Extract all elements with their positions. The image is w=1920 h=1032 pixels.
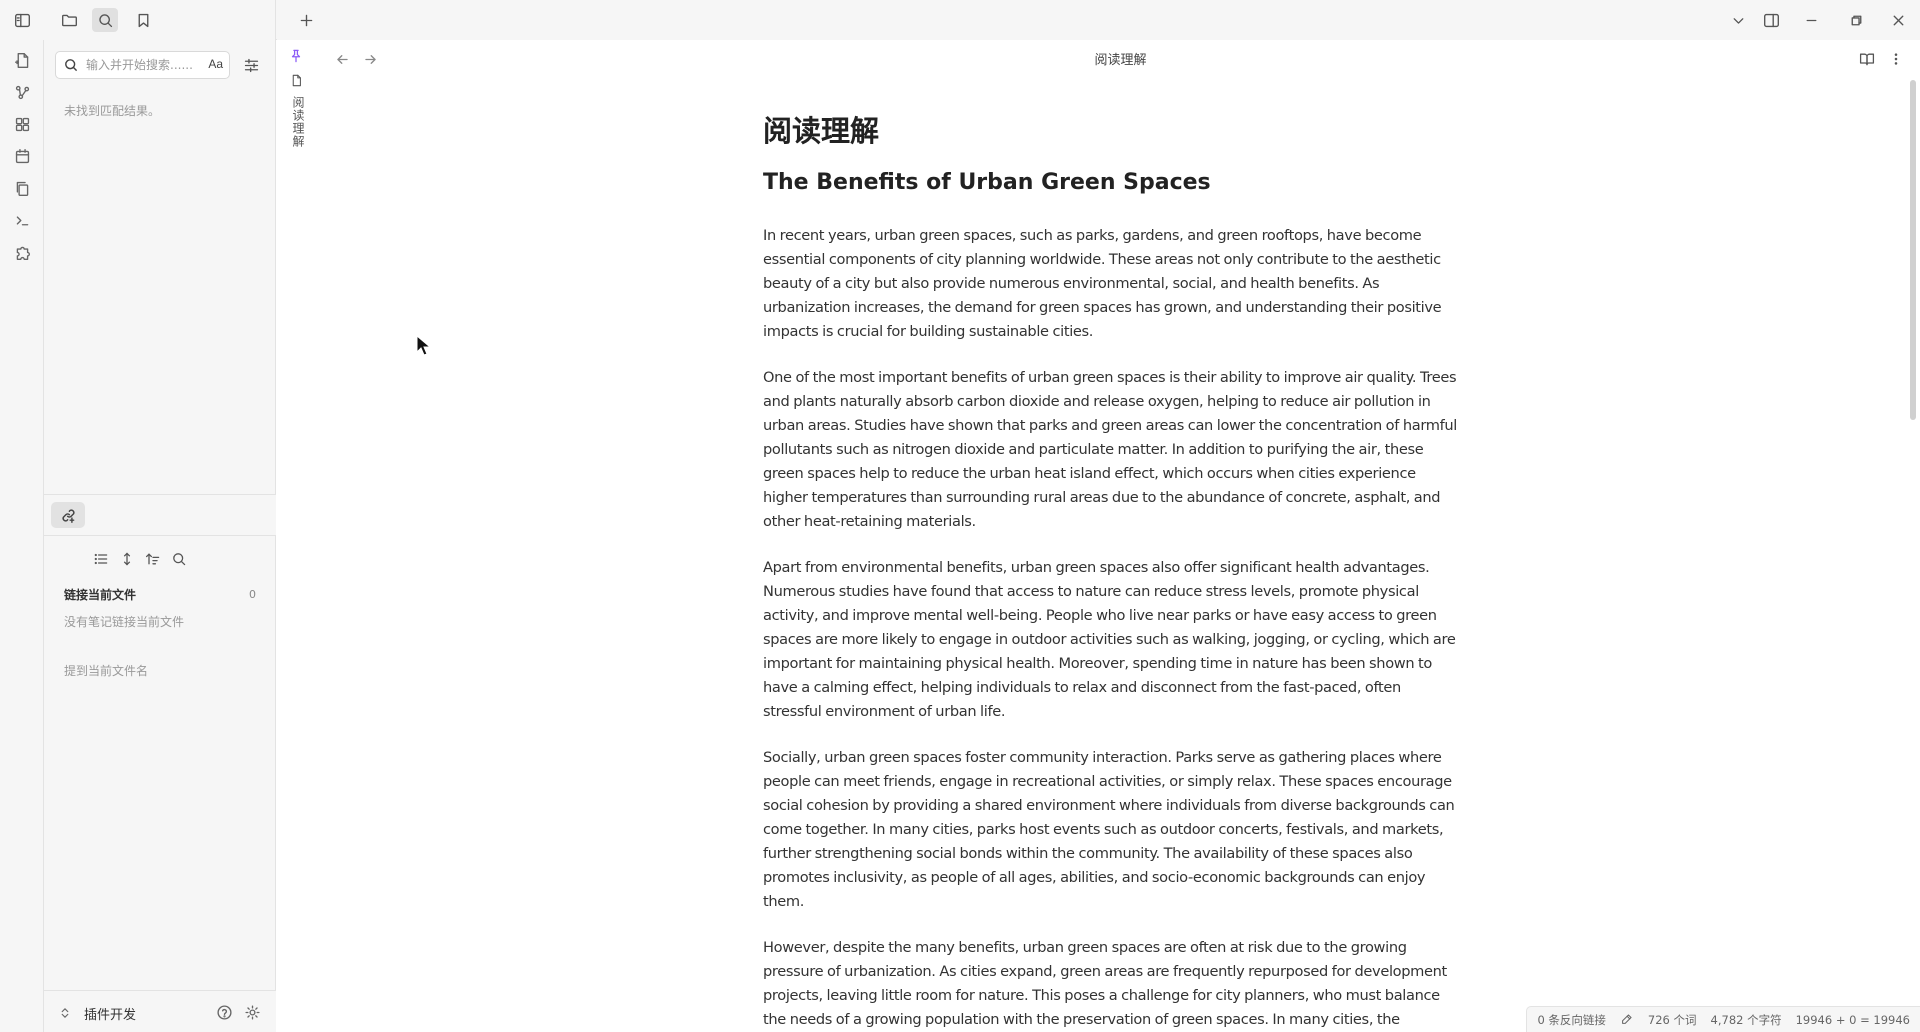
scrollbar[interactable] [1910, 80, 1916, 420]
sidebar-tab-header [0, 0, 276, 40]
minimize-icon[interactable] [1798, 8, 1824, 32]
backlinks-search-icon[interactable] [169, 549, 189, 569]
search-field[interactable]: Aa [55, 51, 230, 79]
view-title[interactable]: 阅读理解 [317, 49, 1920, 68]
backlinks-tab-icon[interactable] [51, 502, 85, 528]
toggle-sidebar-icon[interactable] [9, 8, 35, 32]
status-bar: 0 条反向链接 726 个词 4,782 个字符 19946 + 0 = 199… [1526, 1006, 1920, 1032]
vault-switcher-bar: 插件开发 [44, 990, 276, 1032]
bookmarks-tab-icon[interactable] [130, 8, 156, 32]
linked-mentions-count: 0 [249, 588, 256, 601]
word-count: 726 个词 [1647, 1012, 1697, 1027]
graph-view-icon[interactable] [10, 80, 34, 104]
linked-mentions-title[interactable]: 链接当前文件 [64, 586, 136, 603]
paragraph: In recent years, urban green spaces, suc… [763, 227, 1442, 340]
pin-icon[interactable] [289, 48, 305, 64]
match-case-toggle[interactable]: Aa [208, 57, 223, 71]
view-header: 阅读理解 [317, 40, 1920, 78]
no-results-message: 未找到匹配结果。 [64, 104, 161, 118]
templates-copy-icon[interactable] [10, 176, 34, 200]
sort-order-icon[interactable] [143, 549, 163, 569]
files-tab-icon[interactable] [56, 8, 82, 32]
search-input[interactable] [86, 56, 196, 74]
unlinked-mentions-title[interactable]: 提到当前文件名 [64, 662, 148, 679]
search-settings-icon[interactable] [240, 54, 262, 76]
note-content[interactable]: 阅读理解 The Benefits of Urban Green Spaces … [763, 80, 1461, 1032]
tab-list-chevron-icon[interactable] [1725, 8, 1751, 32]
note-heading: The Benefits of Urban Green Spaces [763, 170, 1211, 195]
reading-mode-book-icon[interactable] [1856, 48, 1878, 70]
open-quick-switcher-icon[interactable] [10, 48, 34, 72]
show-more-context-icon[interactable] [117, 549, 137, 569]
note-title[interactable]: 阅读理解 [763, 108, 1461, 148]
vault-chevron-icon[interactable] [58, 1005, 72, 1019]
settings-gear-icon[interactable] [242, 1002, 262, 1022]
paragraph: Apart from environmental benefits, urban… [763, 559, 1456, 720]
stacked-tab-strip: 阅读理解 [277, 40, 317, 1032]
backlinks-toolbar [44, 546, 276, 572]
plugin-status: 19946 + 0 = 19946 [1795, 1012, 1910, 1027]
paragraph: However, despite the many benefits, urba… [763, 939, 1447, 1028]
restore-window-icon[interactable] [1843, 8, 1869, 32]
close-window-icon[interactable] [1885, 8, 1911, 32]
backlinks-panel-header [44, 494, 276, 536]
edit-mode-pencil-icon[interactable] [1620, 1013, 1634, 1027]
mouse-cursor-icon [416, 335, 432, 356]
paragraph: Socially, urban green spaces foster comm… [763, 749, 1455, 910]
daily-note-calendar-icon[interactable] [10, 144, 34, 168]
new-tab-icon[interactable] [293, 8, 319, 32]
command-palette-icon[interactable] [10, 208, 34, 232]
backlinks-count[interactable]: 0 条反向链接 [1537, 1012, 1605, 1028]
collapse-results-list-icon[interactable] [91, 549, 111, 569]
plugin-puzzle-icon[interactable] [10, 240, 34, 264]
character-count: 4,782 个字符 [1710, 1012, 1782, 1027]
vault-name[interactable]: 插件开发 [84, 1004, 136, 1023]
search-icon [63, 57, 79, 73]
paragraph: One of the most important benefits of ur… [763, 369, 1457, 530]
canvas-icon[interactable] [10, 112, 34, 136]
file-icon [290, 72, 304, 87]
toggle-right-sidebar-icon[interactable] [1758, 8, 1784, 32]
view-title-text: 阅读理解 [1094, 53, 1147, 68]
title-bar [0, 0, 1920, 40]
stacked-tab-title[interactable]: 阅读理解 [290, 96, 305, 148]
more-options-icon[interactable] [1885, 48, 1907, 70]
linked-mentions-empty: 没有笔记链接当前文件 [64, 615, 185, 629]
search-tab-icon[interactable] [92, 8, 118, 32]
help-icon[interactable] [214, 1002, 234, 1022]
ribbon [0, 40, 44, 1032]
tab-bar [277, 0, 1920, 40]
left-sidebar: Aa 未找到匹配结果。 链接当前文件 0 没有笔记链接当前文件 提到当前文件名 … [44, 40, 276, 1032]
